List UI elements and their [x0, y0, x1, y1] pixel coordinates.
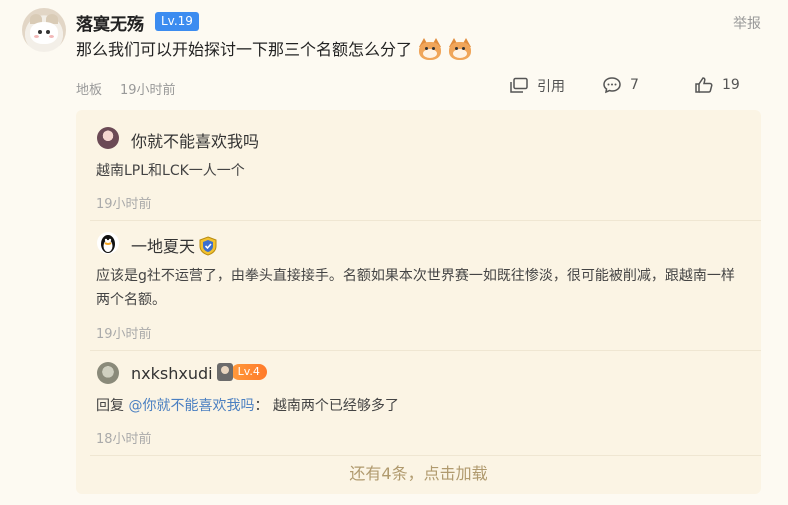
reply-text: 越南两个已经够多了: [272, 398, 399, 414]
divider: [90, 350, 761, 351]
reply-text: 应该是g社不运营了，由拳头直接接手。名额如果本次世界赛一如既往惨淡，很可能被削减…: [96, 268, 735, 308]
penguin-icon: [101, 235, 115, 253]
like-button[interactable]: 19: [694, 76, 740, 94]
level-avatar-icon: [216, 363, 233, 381]
level-tag: Lv.4: [230, 364, 267, 380]
divider: [90, 220, 761, 221]
reply-timestamp: 18小时前: [96, 432, 152, 447]
cat-emoji-icon: [448, 38, 472, 60]
reply-avatar[interactable]: [97, 232, 119, 254]
level-badge: Lv.19: [155, 12, 199, 31]
reply-separator: ：: [254, 398, 269, 414]
reply-username-row: 一地夏天: [131, 233, 218, 257]
post-content: 那么我们可以开始探讨一下那三个名额怎么分了: [76, 38, 472, 62]
reply-username[interactable]: 一地夏天: [131, 237, 195, 256]
reply-username-row: nxkshxudi Lv.4: [131, 363, 267, 383]
quote-label: 引用: [537, 79, 565, 95]
sub-comment-list: 你就不能喜欢我吗 越南LPL和LCK一人一个 19小时前 一地夏天 应该是g社不…: [76, 110, 761, 494]
reply-timestamp: 19小时前: [96, 197, 152, 212]
level-badge: Lv.4: [216, 363, 267, 381]
load-more-button[interactable]: 还有4条，点击加载: [76, 460, 761, 484]
like-count: 19: [722, 77, 740, 93]
comment-button[interactable]: 7: [602, 76, 639, 94]
comment-icon: [603, 77, 621, 94]
reply-prefix: 回复: [96, 398, 124, 414]
user-avatar[interactable]: [22, 8, 66, 52]
floor-label: 地板: [76, 83, 103, 98]
reply-avatar[interactable]: [97, 362, 119, 384]
reply-username[interactable]: 你就不能喜欢我吗: [131, 128, 259, 152]
divider: [90, 455, 761, 456]
mention-link[interactable]: @你就不能喜欢我吗: [128, 398, 254, 414]
post-text: 那么我们可以开始探讨一下那三个名额怎么分了: [76, 40, 413, 59]
report-button[interactable]: 举报: [733, 13, 761, 33]
reply-text: 越南LPL和LCK一人一个: [96, 163, 245, 179]
reply-username[interactable]: nxkshxudi: [131, 364, 213, 383]
quote-icon: [510, 77, 528, 93]
reply-text-row: 回复 @你就不能喜欢我吗： 越南两个已经够多了: [96, 394, 736, 418]
post-timestamp: 19小时前: [120, 83, 176, 98]
quote-button[interactable]: 引用: [509, 76, 565, 96]
shield-badge-icon: [199, 236, 217, 256]
cat-emoji-icon: [418, 38, 442, 60]
thumbs-up-icon: [695, 77, 713, 93]
comment-count: 7: [630, 77, 639, 93]
reply-avatar[interactable]: [97, 127, 119, 149]
post-username[interactable]: 落寞无殇: [76, 10, 144, 35]
reply-timestamp: 19小时前: [96, 327, 152, 342]
